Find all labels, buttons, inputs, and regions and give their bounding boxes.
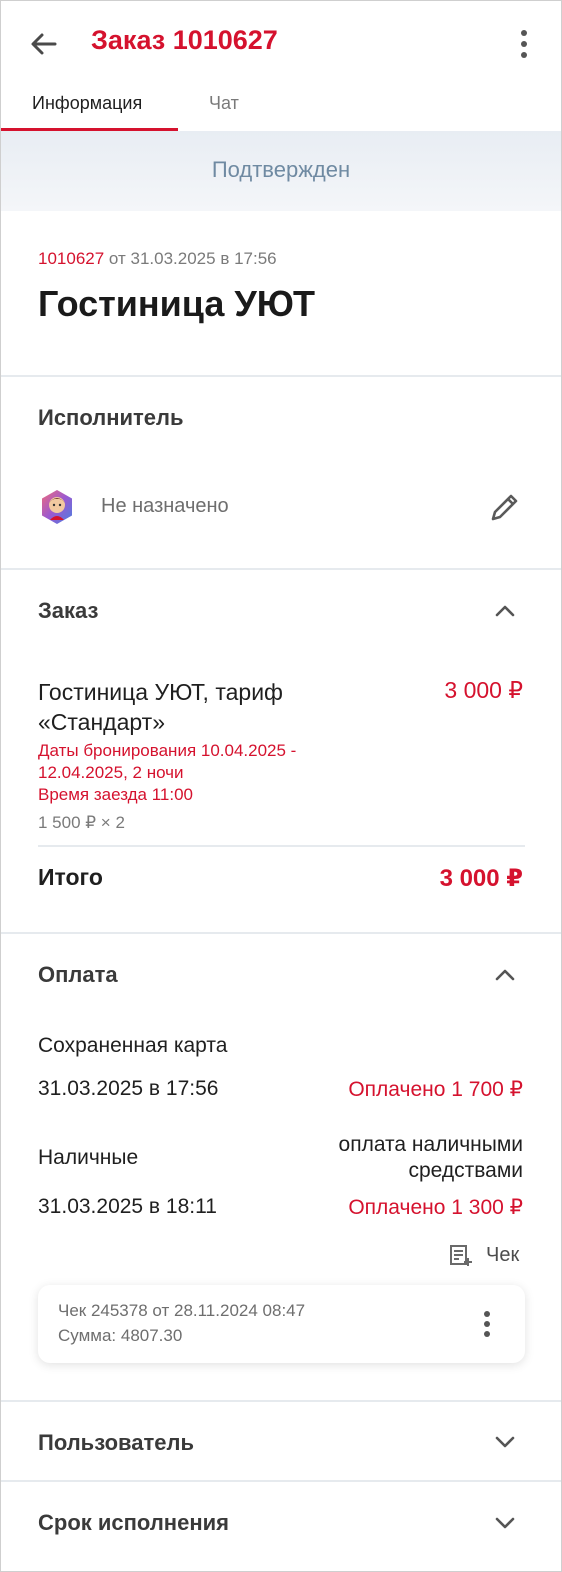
chevron-down-icon[interactable] [491, 1428, 519, 1456]
pencil-icon[interactable] [487, 489, 523, 525]
order-item-price: 3 000 ₽ [444, 677, 523, 703]
booking-dates-cont: 12.04.2025, 2 ночи [38, 763, 184, 782]
hotel-name: Гостиница УЮТ [38, 283, 315, 324]
payment-method: Наличные [38, 1146, 139, 1169]
section-divider [1, 568, 561, 570]
deadline-section-title[interactable]: Срок исполнения [38, 1510, 229, 1536]
status-label: Подтвержден [211, 157, 351, 182]
receipt-amount: Сумма: 4807.30 [58, 1326, 183, 1345]
avatar-icon [39, 489, 75, 525]
receipt-button[interactable]: Чек [449, 1243, 529, 1271]
payment-note: оплата наличными средствами [339, 1132, 523, 1184]
payment-datetime: 31.03.2025 в 17:56 [38, 1077, 219, 1100]
order-screen: Заказ 1010627 Информация Чат Подтвержден… [0, 0, 562, 1572]
executor-section-title: Исполнитель [38, 405, 184, 430]
page-title: Заказ 1010627 [91, 25, 278, 55]
receipt-add-icon [449, 1244, 473, 1268]
receipt-button-label: Чек [486, 1244, 520, 1266]
payment-status: Оплачено 1 300 ₽ [348, 1196, 523, 1219]
price-calculation: 1 500 ₽ × 2 [38, 813, 125, 832]
arrow-left-icon[interactable] [27, 27, 61, 61]
payment-datetime: 31.03.2025 в 18:11 [38, 1195, 217, 1218]
checkin-time: Время заезда 11:00 [38, 785, 193, 804]
section-divider [1, 932, 561, 934]
payment-status: Оплачено 1 700 ₽ [348, 1078, 523, 1101]
section-divider [1, 1400, 561, 1402]
order-number: 1010627 [38, 249, 105, 268]
payment-note-line: средствами [408, 1159, 523, 1182]
more-vertical-icon[interactable] [507, 27, 541, 61]
order-divider [38, 845, 525, 847]
chevron-up-icon[interactable] [491, 961, 519, 989]
section-divider [1, 1480, 561, 1482]
booking-dates: Даты бронирования 10.04.2025 - [38, 741, 297, 760]
order-item-name: Гостиница УЮТ, тариф «Стандарт» [38, 679, 283, 735]
total-label: Итого [38, 864, 103, 890]
payment-section-title[interactable]: Оплата [38, 962, 118, 988]
tab-information[interactable]: Информация [32, 93, 142, 114]
section-divider [1, 375, 561, 377]
order-section-title[interactable]: Заказ [38, 598, 98, 624]
status-banner: Подтвержден [1, 131, 561, 211]
payment-note-line: оплата наличными [338, 1133, 523, 1156]
payment-method: Сохраненная карта [38, 1034, 228, 1057]
receipt-title: Чек 245378 от 28.11.2024 08:47 [58, 1301, 306, 1320]
order-date: от 31.03.2025 в 17:56 [108, 249, 277, 268]
user-section-title[interactable]: Пользователь [38, 1430, 194, 1456]
app-bar: Заказ 1010627 [1, 1, 561, 85]
receipt-card[interactable]: Чек 245378 от 28.11.2024 08:47 Сумма: 48… [38, 1285, 525, 1363]
order-meta: 1010627 от 31.03.2025 в 17:56 [38, 249, 277, 269]
total-value: 3 000 ₽ [439, 865, 523, 892]
chevron-up-icon[interactable] [491, 597, 519, 625]
chevron-down-icon[interactable] [491, 1509, 519, 1537]
tab-bar: Информация Чат [1, 85, 561, 131]
executor-value: Не назначено [101, 495, 229, 517]
more-vertical-icon[interactable] [472, 1307, 502, 1341]
tab-chat[interactable]: Чат [209, 93, 239, 114]
